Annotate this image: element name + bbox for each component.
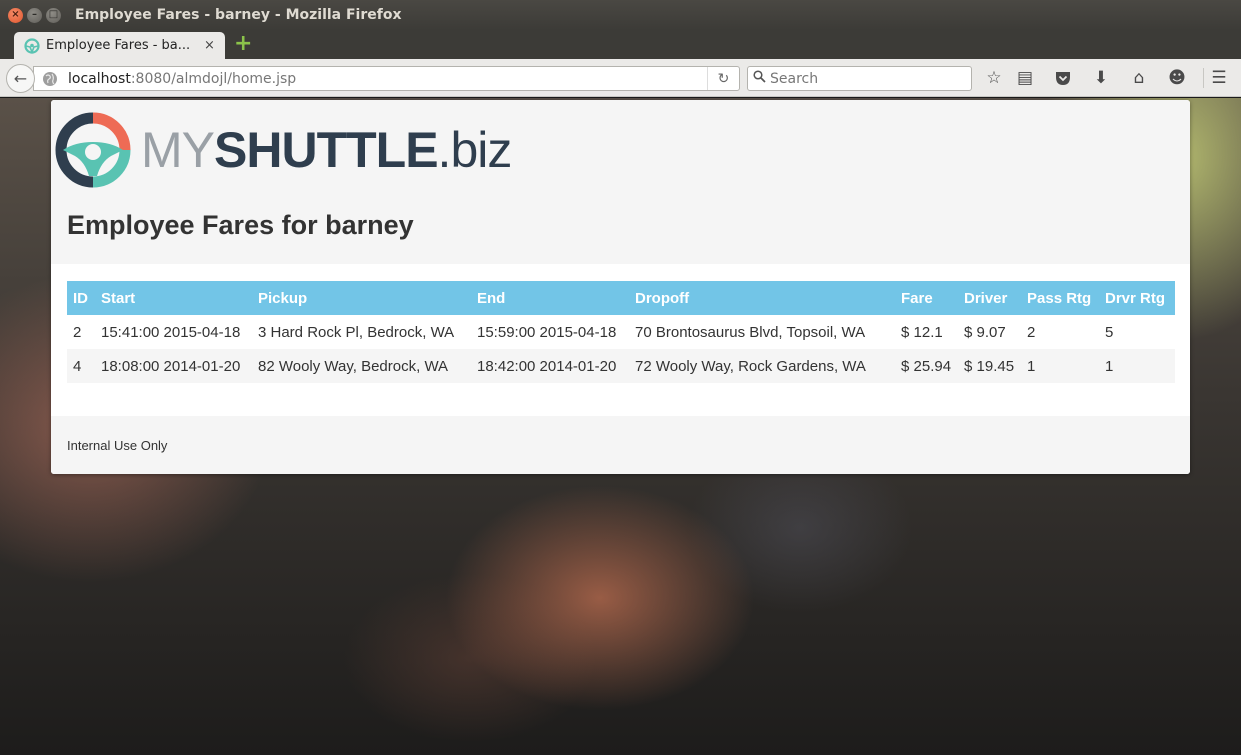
window-titlebar: × – □ Employee Fares - barney - Mozilla … <box>0 0 1241 30</box>
card-footer: Internal Use Only <box>51 416 1190 474</box>
window-title: Employee Fares - barney - Mozilla Firefo… <box>75 7 402 23</box>
logo-biz: .biz <box>437 122 513 178</box>
page-viewport: MYSHUTTLE.biz Employee Fares for barney … <box>0 98 1241 755</box>
myshuttle-logo[interactable]: MYSHUTTLE.biz <box>55 112 513 188</box>
tab-strip: Employee Fares - ba... × + <box>0 30 1241 59</box>
footer-text: Internal Use Only <box>67 438 168 453</box>
search-input[interactable] <box>770 70 960 87</box>
back-arrow-icon: ← <box>13 69 28 88</box>
tab-label: Employee Fares - ba... <box>46 38 191 53</box>
reading-list-icon[interactable]: ▤ <box>1014 67 1036 89</box>
cell-start: 15:41:00 2015-04-18 <box>101 323 241 341</box>
steering-wheel-logo-icon <box>55 112 131 188</box>
cell-dropoff: 70 Brontosaurus Blvd, Topsoil, WA <box>635 323 866 341</box>
col-start-header: Start <box>101 289 136 307</box>
window-maximize-button[interactable]: □ <box>46 7 61 23</box>
cell-start: 18:08:00 2014-01-20 <box>101 357 241 375</box>
table-row: 2 15:41:00 2015-04-18 3 Hard Rock Pl, Be… <box>67 315 1175 349</box>
window-minimize-button[interactable]: – <box>27 7 42 23</box>
cell-pickup: 3 Hard Rock Pl, Bedrock, WA <box>258 323 455 341</box>
cell-drvr-rtg: 5 <box>1105 323 1114 341</box>
chat-icon[interactable]: ☻ <box>1166 67 1188 89</box>
logo-wordmark: MYSHUTTLE.biz <box>141 122 513 178</box>
col-end-header: End <box>477 289 506 307</box>
cell-end: 18:42:00 2014-01-20 <box>477 357 617 375</box>
cell-dropoff: 72 Wooly Way, Rock Gardens, WA <box>635 357 866 375</box>
bookmark-star-icon[interactable]: ☆ <box>983 67 1005 89</box>
toolbar-separator <box>1203 68 1204 88</box>
logo-my: MY <box>141 122 215 178</box>
steering-wheel-icon <box>24 37 40 54</box>
back-button[interactable]: ← <box>6 64 35 93</box>
header-row: ID Start Pickup End Dropoff Fare Driver … <box>67 281 1175 315</box>
menu-icon[interactable]: ☰ <box>1208 67 1230 89</box>
cell-id: 4 <box>73 357 82 375</box>
cell-fare: $ 12.1 <box>901 323 943 341</box>
cell-fare: $ 25.94 <box>901 357 952 375</box>
col-id-header: ID <box>73 289 88 307</box>
table-row: 4 18:08:00 2014-01-20 82 Wooly Way, Bedr… <box>67 349 1175 383</box>
col-drvr-rtg-header: Drvr Rtg <box>1105 289 1166 307</box>
col-pickup-header: Pickup <box>258 289 308 307</box>
col-pass-rtg-header: Pass Rtg <box>1027 289 1092 307</box>
url-path: :8080/almdojl/home.jsp <box>130 70 297 87</box>
window-controls: × – □ <box>8 7 61 23</box>
card-header: MYSHUTTLE.biz Employee Fares for barney <box>51 100 1190 264</box>
url-text: localhost:8080/almdojl/home.jsp <box>68 71 296 87</box>
reload-icon[interactable]: ↻ <box>707 67 739 90</box>
cell-pass-rtg: 1 <box>1027 357 1036 375</box>
url-bar[interactable]: localhost:8080/almdojl/home.jsp ↻ <box>33 66 740 91</box>
fares-table-head: ID Start Pickup End Dropoff Fare Driver … <box>67 281 1175 315</box>
col-dropoff-header: Dropoff <box>635 289 690 307</box>
home-icon[interactable]: ⌂ <box>1128 67 1150 89</box>
cell-driver: $ 9.07 <box>964 323 1006 341</box>
card-body: ID Start Pickup End Dropoff Fare Driver … <box>51 264 1190 416</box>
page-title: Employee Fares for barney <box>67 210 414 240</box>
col-fare-header: Fare <box>901 289 933 307</box>
new-tab-button[interactable]: + <box>234 33 252 55</box>
logo-shuttle: SHUTTLE <box>214 122 439 178</box>
content-card: MYSHUTTLE.biz Employee Fares for barney … <box>51 100 1190 474</box>
downloads-icon[interactable]: ⬇ <box>1090 67 1112 89</box>
browser-tab[interactable]: Employee Fares - ba... × <box>14 32 225 59</box>
pocket-icon[interactable] <box>1052 67 1074 89</box>
navigation-toolbar: localhost:8080/almdojl/home.jsp ↻ ← ☆ ▤ … <box>0 59 1241 97</box>
pocket-shape <box>1056 71 1070 85</box>
cell-end: 15:59:00 2015-04-18 <box>477 323 617 341</box>
cell-id: 2 <box>73 323 82 341</box>
cell-drvr-rtg: 1 <box>1105 357 1114 375</box>
window-close-button[interactable]: × <box>8 7 23 23</box>
col-driver-header: Driver <box>964 289 1008 307</box>
cell-pass-rtg: 2 <box>1027 323 1036 341</box>
tab-close-icon[interactable]: × <box>204 38 215 53</box>
globe-icon <box>42 71 58 87</box>
fares-table: ID Start Pickup End Dropoff Fare Driver … <box>67 281 1175 383</box>
fares-table-body: 2 15:41:00 2015-04-18 3 Hard Rock Pl, Be… <box>67 315 1175 383</box>
search-box[interactable] <box>747 66 972 91</box>
cell-driver: $ 19.45 <box>964 357 1015 375</box>
cell-pickup: 82 Wooly Way, Bedrock, WA <box>258 357 449 375</box>
search-icon <box>753 70 766 87</box>
url-host: localhost <box>68 70 131 87</box>
